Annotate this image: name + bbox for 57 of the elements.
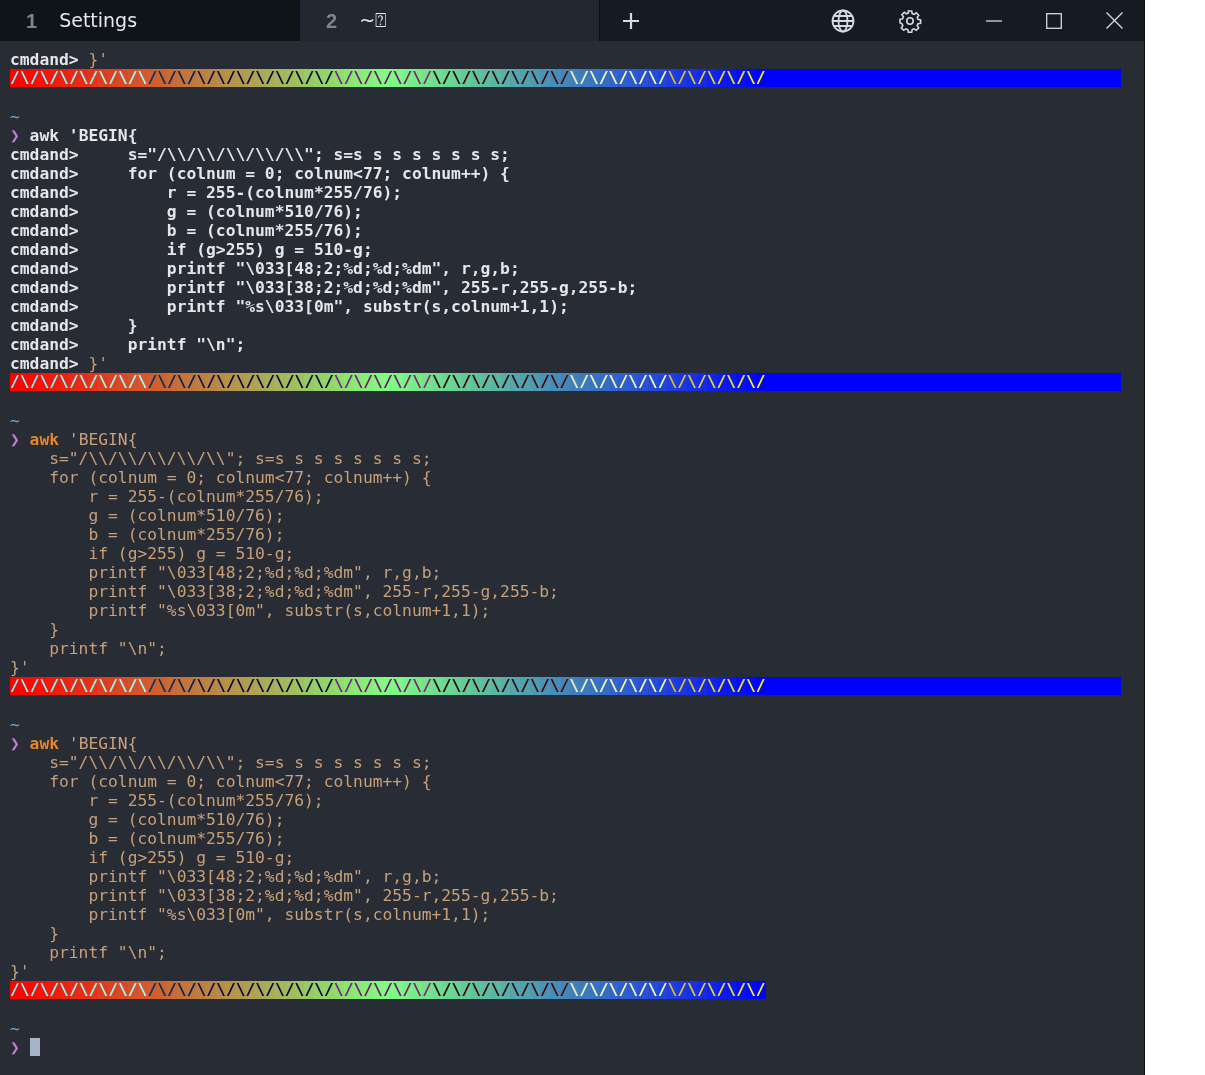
terminal-line: printf "\n";	[48, 943, 167, 962]
minimize-icon	[986, 19, 1002, 22]
terminal-line: ~	[10, 1019, 20, 1038]
terminal-line: printf "\033[48;2;%d;%d;%dm", r,g,b;	[87, 563, 442, 582]
terminal-line: printf "\033[38;2;%d;%d;%dm", 255-r,255-g,255-b;	[87, 886, 559, 905]
plus-icon	[621, 10, 641, 31]
gradient-output: /\/\/\/\/\/\/\/\/\/\/\/\/\/\/\/\/\/\/\/\/\/\/\/\/\/\/\/\/\/\/\/\/\/\/\/\/\/\/	[10, 373, 766, 391]
terminal-line: printf "\n";	[48, 639, 167, 658]
gradient-output: /\/\/\/\/\/\/\/\/\/\/\/\/\/\/\/\/\/\/\/\/\/\/\/\/\/\/\/\/\/\/\/\/\/\/\/\/\/\/	[10, 69, 766, 87]
terminal-line: ❯ awk 'BEGIN{	[10, 734, 138, 753]
terminal-line: if (g>255) g = 510-g;	[87, 544, 295, 563]
terminal-line: cmdand> for (colnum = 0; colnum<77; colnum++) {	[10, 164, 510, 183]
terminal-line: printf "\033[38;2;%d;%d;%dm", 255-r,255-g,255-b;	[87, 582, 559, 601]
terminal-line: }	[48, 924, 59, 943]
terminal-line: b = (colnum*255/76);	[87, 829, 285, 848]
terminal-line: printf "\033[48;2;%d;%d;%dm", r,g,b;	[87, 867, 442, 886]
terminal-line: cmdand> }'	[10, 50, 109, 69]
tab[interactable]: 2 ~⍰	[300, 0, 600, 41]
terminal-line: for (colnum = 0; colnum<77; colnum++) {	[48, 468, 432, 487]
gradient-output: /\/\/\/\/\/\/\/\/\/\/\/\/\/\/\/\/\/\/\/\/\/\/\/\/\/\/\/\/\/\/\/\/\/\/\/\/\/\/	[10, 677, 766, 695]
terminal-line: cmdand> s="/\\/\\/\\/\\/\\"; s=s s s s s s s s;	[10, 145, 510, 164]
maximize-icon	[1046, 12, 1062, 29]
terminal-line: cmdand> g = (colnum*510/76);	[10, 202, 363, 221]
terminal-line: b = (colnum*255/76);	[87, 525, 285, 544]
terminal-line: ~	[10, 715, 20, 734]
terminal-line: }'	[10, 658, 30, 677]
terminal-line: cmdand> }	[10, 316, 138, 335]
terminal-line: cmdand> if (g>255) g = 510-g;	[10, 240, 373, 259]
terminal-line: g = (colnum*510/76);	[87, 810, 285, 829]
gradient-output: /\/\/\/\/\/\/\/\/\/\/\/\/\/\/\/\/\/\/\/\/\/\/\/\/\/\/\/\/\/\/\/\/\/\/\/\/\/\/	[10, 981, 766, 999]
terminal-line: ❯ awk 'BEGIN{	[10, 430, 138, 449]
terminal-line: printf "%s\033[0m", substr(s,colnum+1,1);	[87, 905, 491, 924]
terminal-line: ❯	[10, 1038, 20, 1057]
terminal-line: s="/\\/\\/\\/\\/\\"; s=s s s s s s s s;	[48, 753, 432, 772]
terminal-line: ~	[10, 411, 20, 430]
tab[interactable]: 1 Settings	[0, 0, 300, 41]
terminal-line: if (g>255) g = 510-g;	[87, 848, 295, 867]
terminal-line: r = 255-(colnum*255/76);	[87, 487, 324, 506]
terminal-line: cmdand> printf "\033[38;2;%d;%d;%dm", 255-r,255-g,255-b;	[10, 278, 638, 297]
settings-icon	[898, 8, 922, 33]
terminal-line: printf "%s\033[0m", substr(s,colnum+1,1);	[87, 601, 491, 620]
terminal-line: cmdand> printf "\033[48;2;%d;%d;%dm", r,g,b;	[10, 259, 520, 278]
terminal-line: s="/\\/\\/\\/\\/\\"; s=s s s s s s s s;	[48, 449, 432, 468]
terminal-line: r = 255-(colnum*255/76);	[87, 791, 324, 810]
terminal-line: cmdand> printf "\n";	[10, 335, 246, 354]
terminal-line: ❯ awk 'BEGIN{	[10, 126, 138, 145]
terminal-line: cmdand> printf "%s\033[0m", substr(s,colnum+1,1);	[10, 297, 569, 316]
terminal-line: cmdand> r = 255-(colnum*255/76);	[10, 183, 403, 202]
terminal-line: cmdand> }'	[10, 354, 109, 373]
close-icon	[1105, 12, 1123, 29]
terminal-line: g = (colnum*510/76);	[87, 506, 285, 525]
terminal-line: for (colnum = 0; colnum<77; colnum++) {	[48, 772, 432, 791]
terminal-line: }	[48, 620, 59, 639]
terminal-line: }'	[10, 962, 30, 981]
terminal-line: cmdand> b = (colnum*255/76);	[10, 221, 363, 240]
globe-icon	[831, 8, 855, 33]
terminal-line: ~	[10, 107, 20, 126]
